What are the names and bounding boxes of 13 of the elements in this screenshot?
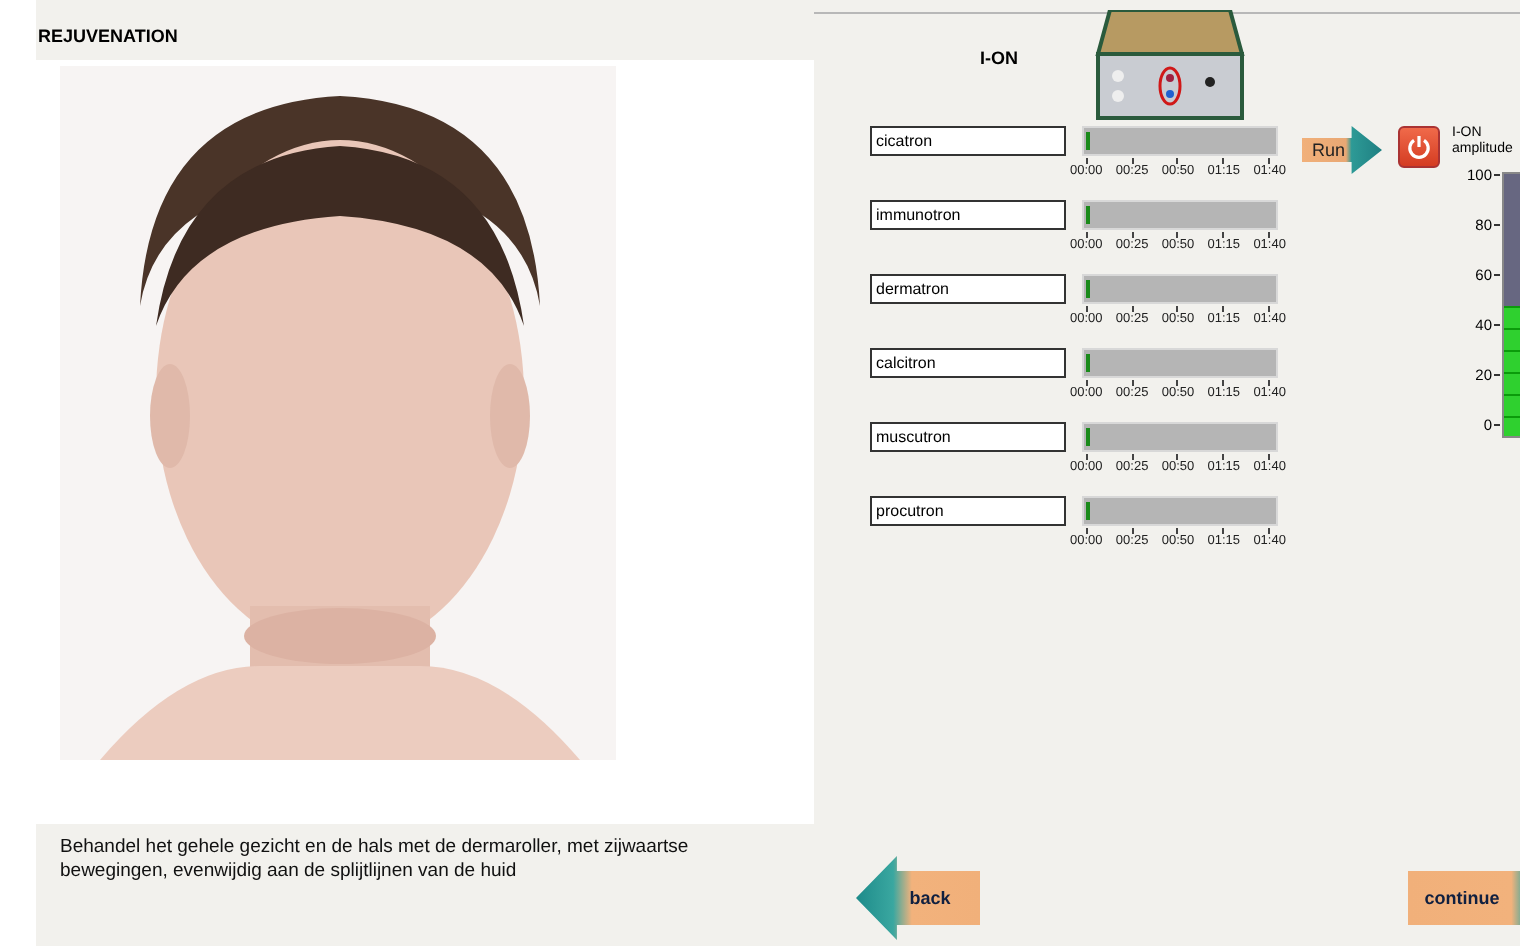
page-title: REJUVENATION bbox=[36, 26, 180, 50]
device-label: I-ON bbox=[980, 48, 1018, 68]
program-field[interactable]: calcitron bbox=[870, 348, 1066, 378]
program-field[interactable]: muscutron bbox=[870, 422, 1066, 452]
program-field[interactable]: immunotron bbox=[870, 200, 1066, 230]
instruction-text: Behandel het gehele gezicht en de hals met de dermaroller, met zijwaartse bewegingen, evenwijdig aan de splijtlijnen van de huid bbox=[58, 834, 691, 884]
program-field[interactable]: procutron bbox=[870, 496, 1066, 526]
back-button[interactable]: back bbox=[856, 856, 980, 940]
program-field[interactable]: cicatron bbox=[870, 126, 1066, 156]
power-icon bbox=[1406, 134, 1432, 160]
power-button[interactable] bbox=[1398, 126, 1440, 168]
program-field[interactable]: dermatron bbox=[870, 274, 1066, 304]
run-button[interactable]: Run bbox=[1302, 126, 1382, 174]
